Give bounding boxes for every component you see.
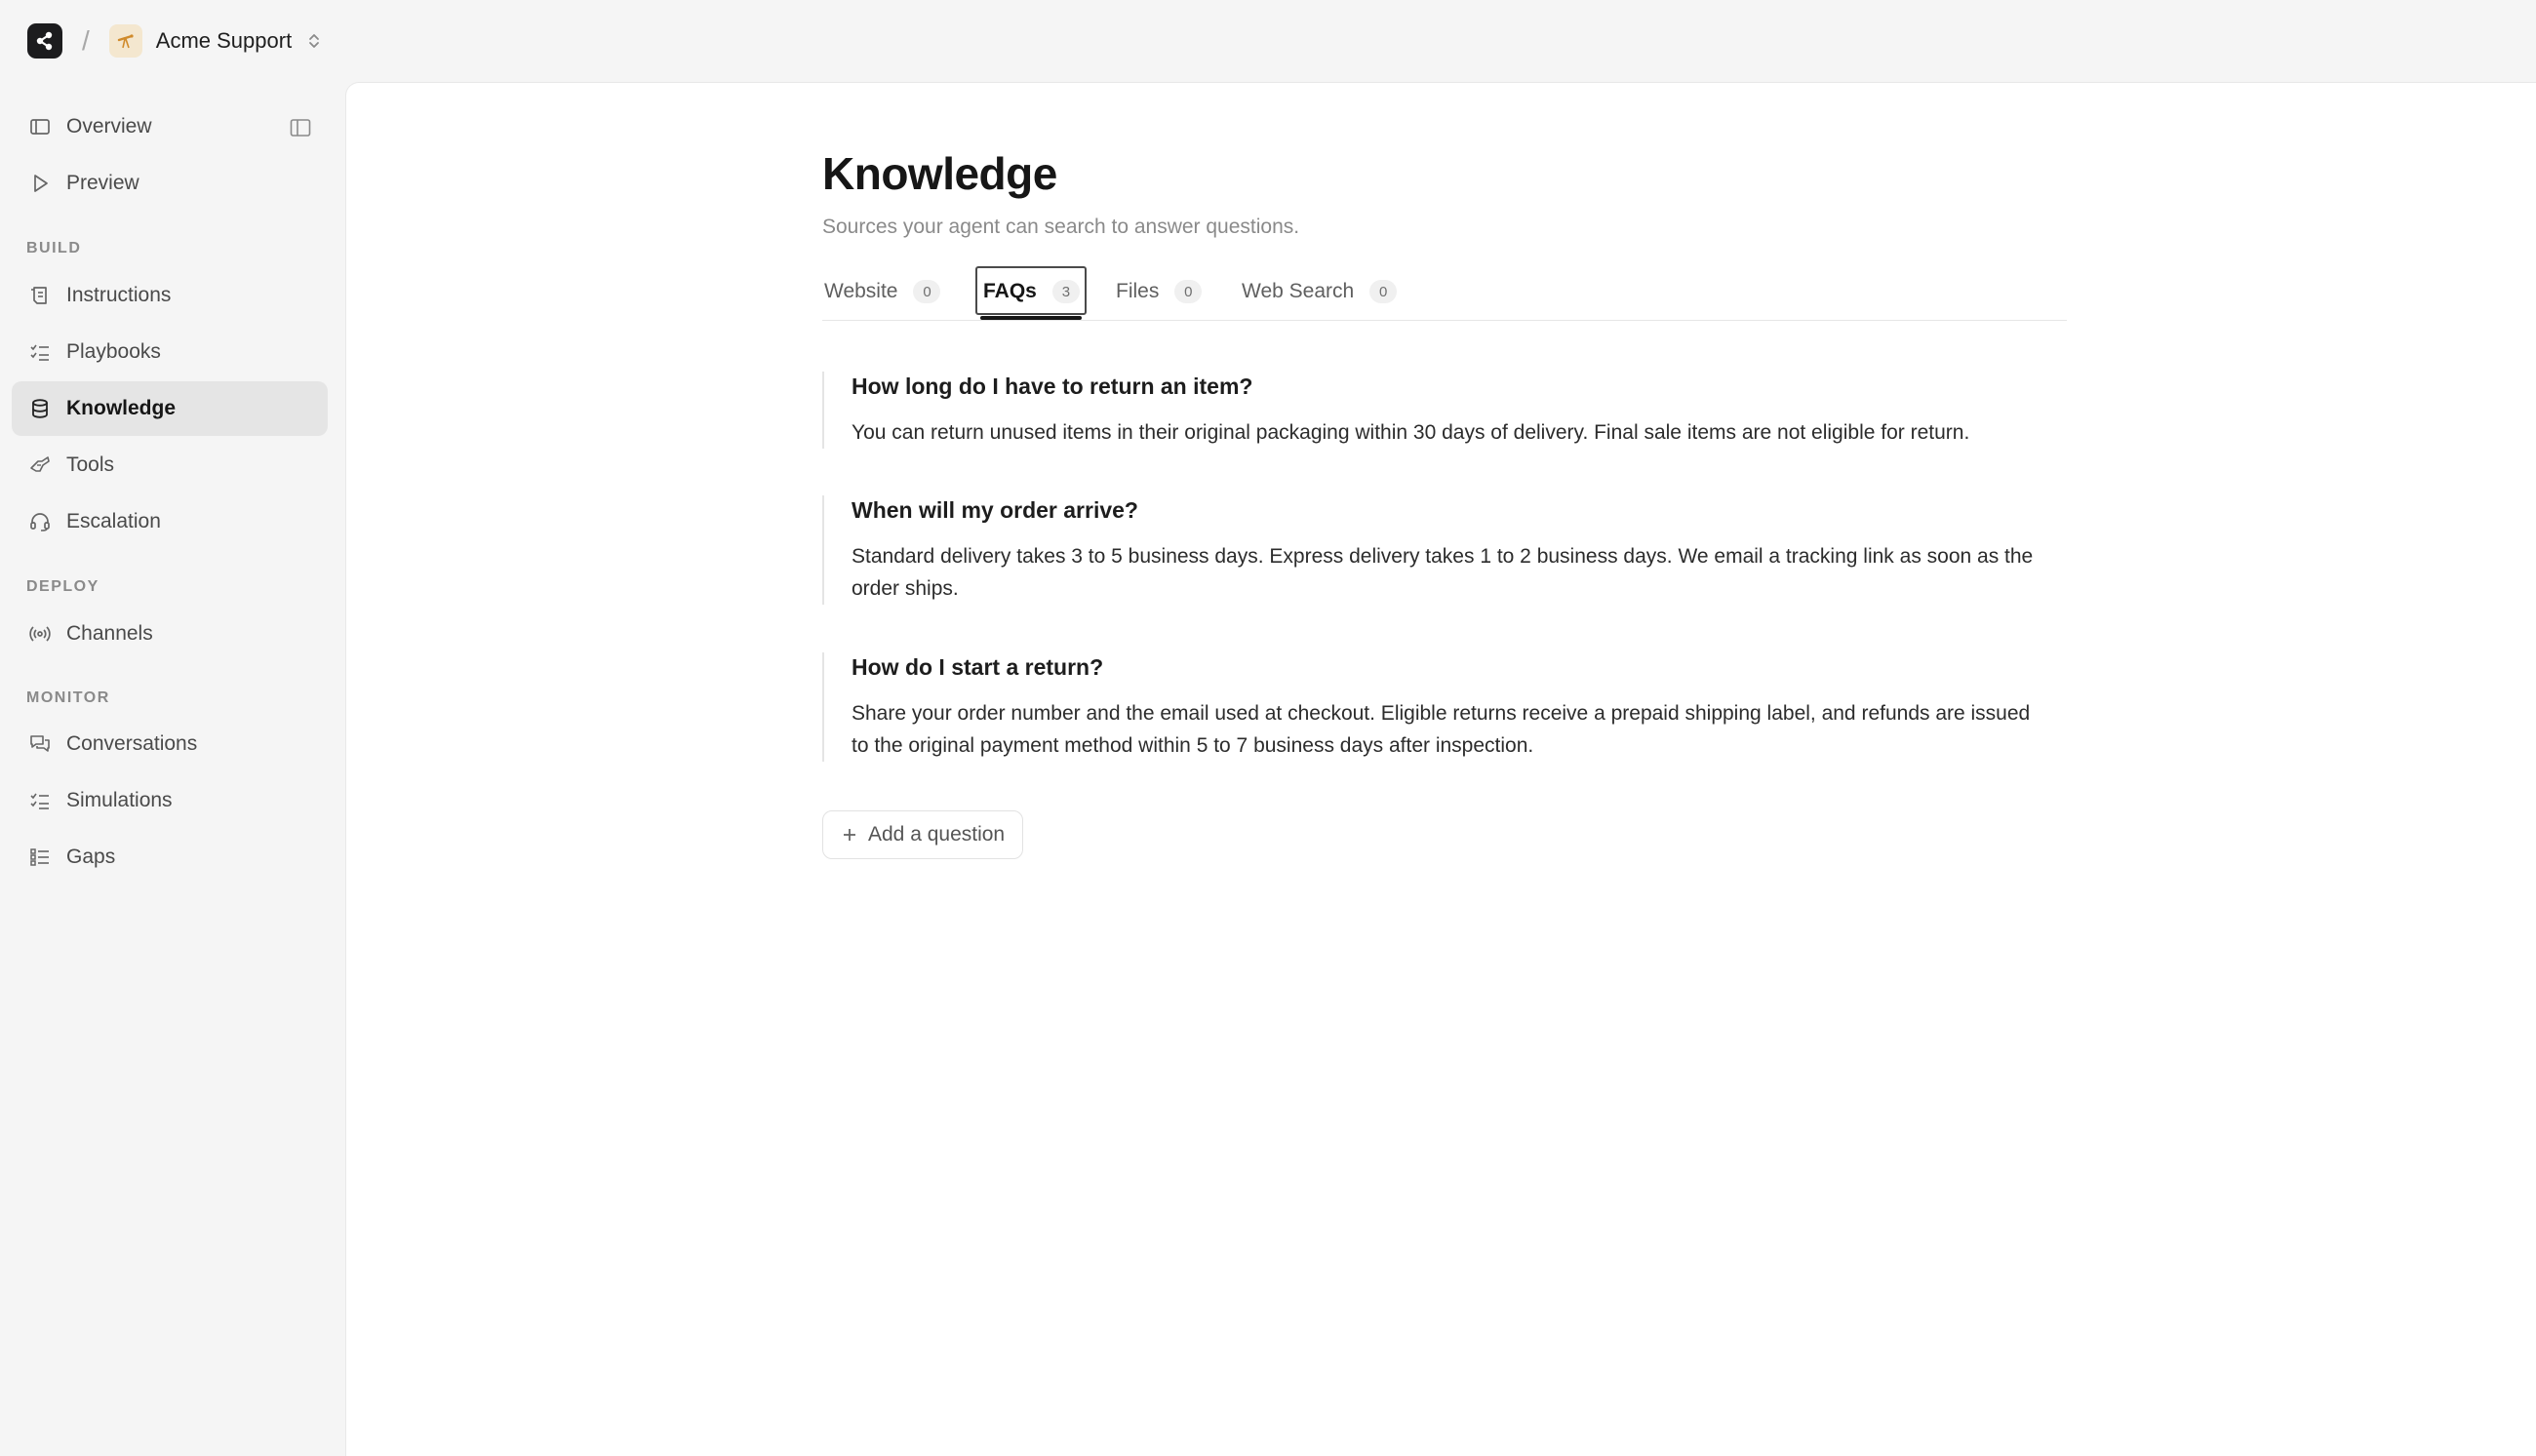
workspace-avatar-icon[interactable] [108, 24, 142, 58]
tab-faqs[interactable]: FAQs 3 [983, 266, 1080, 317]
section-label-deploy: DEPLOY [26, 578, 99, 595]
top-bar: / Acme Support [0, 0, 2536, 82]
faq-item[interactable]: How do I start a return? Share your orde… [822, 652, 2067, 762]
sidebar-item-preview[interactable]: Preview [12, 156, 328, 211]
page-subtitle: Sources your agent can search to answer … [822, 216, 1300, 238]
page-title: Knowledge [822, 148, 1057, 199]
sidebar-item-label: Overview [66, 115, 152, 138]
instructions-icon [27, 283, 53, 308]
sidebar-item-playbooks[interactable]: Playbooks [12, 325, 328, 379]
faq-item[interactable]: How long do I have to return an item? Yo… [822, 372, 2067, 449]
tab-label: Files [1116, 280, 1160, 302]
sidebar-item-label: Playbooks [66, 340, 161, 363]
sidebar-item-label: Simulations [66, 789, 173, 811]
tab-website[interactable]: Website 0 [824, 266, 941, 317]
chat-icon [27, 731, 53, 757]
sidebar-collapse-icon[interactable] [288, 115, 313, 140]
sidebar-item-instructions[interactable]: Instructions [12, 268, 328, 323]
sidebar-item-escalation[interactable]: Escalation [12, 494, 328, 549]
tab-count-badge: 3 [1051, 280, 1080, 303]
sidebar-item-label: Conversations [66, 732, 198, 755]
sidebar-item-gaps[interactable]: Gaps [12, 830, 328, 885]
source-tabs: Website 0 FAQs 3 Files 0 Web Search 0 [822, 266, 2067, 321]
sidebar-item-label: Gaps [66, 846, 116, 868]
sidebar-item-label: Tools [66, 453, 115, 476]
faq-question: How do I start a return? [852, 654, 1104, 680]
faq-question: When will my order arrive? [852, 497, 1138, 523]
faq-answer: Standard delivery takes 3 to 5 business … [852, 545, 2034, 600]
tab-label: Website [824, 280, 898, 302]
faq-question: How long do I have to return an item? [852, 374, 1253, 399]
broadcast-icon [27, 621, 53, 647]
sidebar-item-tools[interactable]: Tools [12, 438, 328, 492]
overview-icon [27, 114, 53, 139]
list-icon [27, 845, 53, 870]
tab-files[interactable]: Files 0 [1116, 266, 1203, 317]
headset-icon [27, 509, 53, 534]
faq-item[interactable]: When will my order arrive? Standard deli… [822, 495, 2067, 605]
sidebar-item-conversations[interactable]: Conversations [12, 717, 328, 771]
section-label-build: BUILD [26, 240, 82, 256]
tab-label: Web Search [1242, 280, 1355, 302]
sidebar-item-label: Instructions [66, 284, 172, 306]
active-tab-underline [980, 316, 1082, 320]
sidebar-item-label: Knowledge [66, 397, 177, 419]
sidebar-item-channels[interactable]: Channels [12, 607, 328, 661]
sidebar-item-label: Preview [66, 172, 139, 194]
section-label-monitor: MONITOR [26, 689, 110, 706]
tools-icon [27, 453, 53, 478]
sidebar-item-knowledge[interactable]: Knowledge [12, 381, 328, 436]
tab-count-badge: 0 [1174, 280, 1203, 303]
sidebar-item-simulations[interactable]: Simulations [12, 773, 328, 828]
tab-web-search[interactable]: Web Search 0 [1242, 266, 1398, 317]
tab-label: FAQs [983, 280, 1037, 302]
add-question-button[interactable]: Add a question [822, 810, 1024, 859]
play-icon [27, 171, 53, 196]
checklist-icon [27, 339, 53, 365]
sidebar: Overview Preview BUILD Instructions Play… [0, 82, 345, 1456]
main-panel: Knowledge Sources your agent can search … [345, 82, 2536, 1456]
tab-count-badge: 0 [913, 280, 941, 303]
workspace-name[interactable]: Acme Support [156, 28, 292, 54]
workspace-switcher-chevron-icon[interactable] [307, 31, 321, 51]
checklist-icon [27, 788, 53, 813]
breadcrumb-separator: / [82, 25, 90, 56]
sidebar-item-label: Escalation [66, 510, 161, 532]
plus-icon [841, 826, 858, 844]
sidebar-item-overview[interactable]: Overview [12, 99, 328, 154]
add-question-label: Add a question [868, 823, 1006, 846]
sidebar-item-label: Channels [66, 622, 153, 645]
faq-answer: Share your order number and the email us… [852, 702, 2031, 757]
faq-answer: You can return unused items in their ori… [852, 421, 1970, 444]
tab-count-badge: 0 [1369, 280, 1398, 303]
app-logo-icon[interactable] [27, 23, 62, 59]
database-icon [27, 396, 53, 421]
